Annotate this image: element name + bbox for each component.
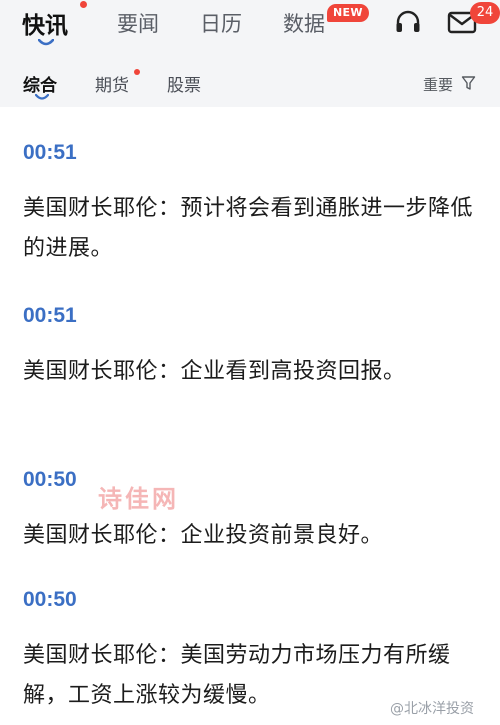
new-badge: NEW [327,4,369,22]
tab-data[interactable]: 数据 [283,8,325,38]
message-count-badge: 24 [470,2,500,24]
news-time: 00:51 [23,304,77,327]
tab-flash-news-dot [80,1,87,8]
sub-nav-bar: 综合 期货 股票 重要 [0,50,500,107]
importance-filter-button[interactable]: 重要 [423,74,476,95]
importance-filter-label: 重要 [423,76,454,94]
news-time: 00:50 [23,588,77,611]
tab-calendar[interactable]: 日历 [200,8,242,38]
filter-icon [461,76,476,90]
watermark-text: 诗佳网 [98,485,179,513]
subtab-stocks[interactable]: 股票 [167,71,201,96]
headset-icon[interactable] [393,8,423,38]
top-nav-bar: 快讯 要闻 日历 数据 NEW 24 [0,0,500,50]
subtab-futures-dot [134,69,140,75]
tab-headlines[interactable]: 要闻 [117,8,159,38]
news-time: 00:51 [23,141,77,164]
active-subtab-indicator [35,94,49,100]
active-tab-indicator [38,39,54,46]
news-time: 00:50 [23,468,77,491]
tab-flash-news[interactable]: 快讯 [22,6,68,40]
news-text: 美国财长耶伦：预计将会看到通胀进一步降低的进展。 [23,196,474,261]
subtab-all[interactable]: 综合 [23,71,57,96]
brand-watermark: @北冰洋投资 [390,701,474,717]
news-text: 美国财长耶伦：企业看到高投资回报。 [23,359,406,384]
news-text: 美国财长耶伦：企业投资前景良好。 [23,523,384,548]
subtab-futures[interactable]: 期货 [95,71,129,96]
